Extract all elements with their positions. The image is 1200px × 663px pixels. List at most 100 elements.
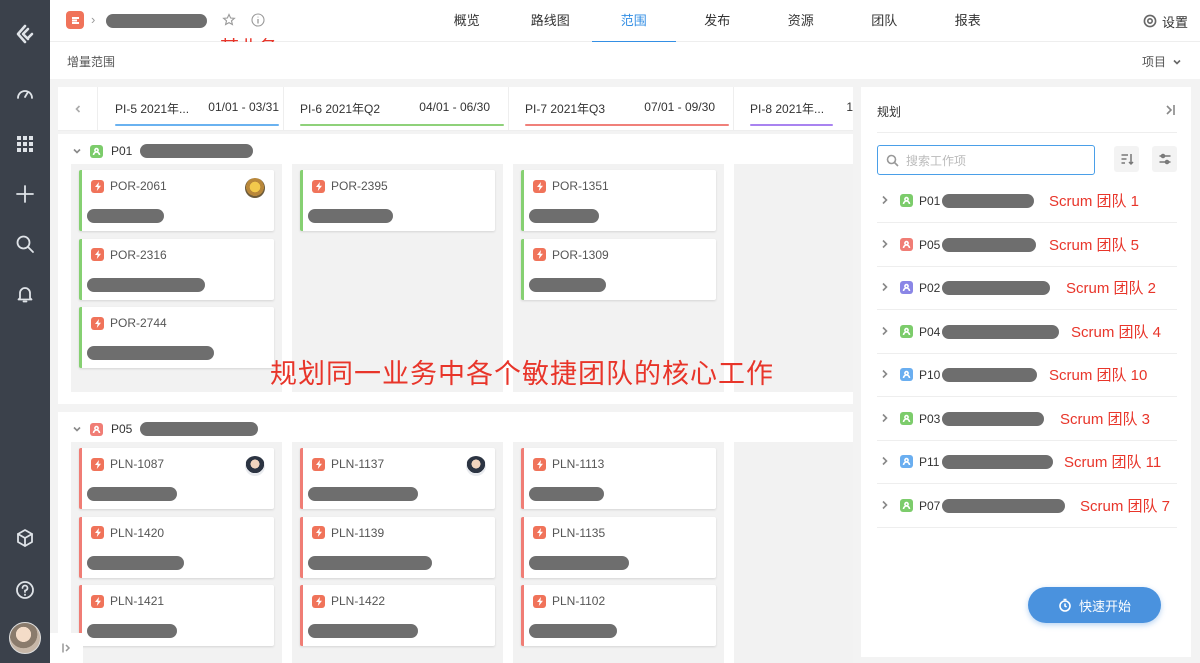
- work-item-card[interactable]: PLN-1421: [79, 585, 274, 646]
- scrum-team-annotation: Scrum 团队 11: [1064, 454, 1162, 471]
- work-item-card[interactable]: PLN-1087: [79, 448, 274, 509]
- pi-column[interactable]: PI-7 2021年Q3 07/01 - 09/30: [509, 87, 734, 130]
- collapse-panel-button[interactable]: [1163, 103, 1177, 117]
- search-input[interactable]: [906, 151, 1086, 170]
- view-selector[interactable]: 项目: [1142, 53, 1182, 70]
- chevron-right-icon: [882, 326, 888, 335]
- work-item-card[interactable]: PLN-1135: [521, 516, 716, 578]
- work-item-card[interactable]: POR-2395: [300, 170, 495, 231]
- panel-title: 规划: [877, 105, 902, 119]
- sort-button[interactable]: [1114, 146, 1139, 172]
- group-header[interactable]: P05: [72, 422, 259, 436]
- tab-reports[interactable]: 报表: [926, 0, 1010, 42]
- tab-roadmap[interactable]: 路线图: [509, 0, 593, 42]
- work-item-id-text: POR-2061: [110, 179, 167, 193]
- tab-team[interactable]: 团队: [843, 0, 927, 42]
- team-list-item[interactable]: P02 Scrum 团队 2: [877, 267, 1177, 310]
- dashboard-icon[interactable]: [0, 74, 50, 114]
- assignee-avatar[interactable]: [466, 456, 486, 476]
- scrum-team-annotation: Scrum 团队 4: [1071, 323, 1162, 341]
- work-item-card[interactable]: PLN-1137: [300, 448, 495, 509]
- add-icon[interactable]: [0, 174, 50, 214]
- notification-bell-icon[interactable]: [0, 274, 50, 314]
- work-item-id: POR-1351: [533, 179, 609, 193]
- team-list-item[interactable]: P07 Scrum 团队 7: [877, 485, 1177, 528]
- search-box: [877, 145, 1095, 175]
- feature-bolt-icon: [312, 594, 325, 608]
- star-icon[interactable]: [222, 13, 236, 27]
- feature-bolt-icon: [312, 526, 325, 539]
- project-name-redacted[interactable]: [106, 14, 207, 28]
- work-item-id: PLN-1139: [312, 526, 384, 540]
- team-icon: [900, 194, 913, 207]
- apps-grid-icon[interactable]: [0, 124, 50, 164]
- work-item-title-redacted: [308, 487, 418, 501]
- work-item-card[interactable]: PLN-1420: [79, 516, 274, 578]
- breadcrumb-chevron-icon: ›: [91, 12, 96, 27]
- info-icon[interactable]: [251, 13, 265, 27]
- team-list-item[interactable]: P04 Scrum 团队 4: [877, 311, 1177, 354]
- tab-release[interactable]: 发布: [676, 0, 760, 42]
- work-item-card[interactable]: POR-2744: [79, 307, 274, 368]
- filter-button[interactable]: [1152, 146, 1177, 172]
- search-icon[interactable]: [0, 224, 50, 264]
- sort-icon: [1121, 154, 1134, 166]
- pi-scope-column: POR-2061 POR-2316 POR-2744: [71, 164, 282, 392]
- work-item-card[interactable]: PLN-1102: [521, 585, 716, 646]
- pi-timeline: PI-5 2021年... 01/01 - 03/31 PI-6 2021年Q2…: [58, 87, 853, 131]
- app-logo-icon[interactable]: [0, 14, 50, 54]
- assignee-avatar[interactable]: [245, 456, 265, 476]
- work-item-card[interactable]: POR-1309: [521, 238, 716, 300]
- chevron-down-icon: [73, 426, 81, 432]
- group-header[interactable]: P01: [72, 144, 254, 158]
- work-item-title-redacted: [87, 555, 184, 570]
- work-item-card[interactable]: PLN-1113: [521, 448, 716, 509]
- planning-panel: 规划 P01 Scrum 团队 1 P05 Scrum 团队 5 P02 Scrum 团队…: [861, 87, 1191, 657]
- work-item-card[interactable]: PLN-1139: [300, 516, 495, 578]
- team-name-redacted: [942, 455, 1053, 469]
- pi-scope-column: PLN-1137 PLN-1139 PLN-1422: [292, 442, 503, 663]
- chevron-right-icon: [882, 500, 888, 509]
- assignee-avatar[interactable]: [245, 178, 265, 198]
- expand-sidebar-button[interactable]: [50, 633, 83, 663]
- settings-button[interactable]: 设置: [1143, 0, 1188, 42]
- pi-column[interactable]: PI-5 2021年... 01/01 - 03/31: [99, 87, 284, 130]
- work-item-id: POR-2061: [91, 179, 167, 193]
- tab-resources[interactable]: 资源: [759, 0, 843, 42]
- team-list-item[interactable]: P05 Scrum 团队 5: [877, 224, 1177, 267]
- settings-label: 设置: [1161, 14, 1188, 30]
- work-item-card[interactable]: POR-1351: [521, 170, 716, 231]
- team-list-item[interactable]: P03 Scrum 团队 3: [877, 398, 1177, 441]
- quick-start-label: 快速开始: [1078, 598, 1131, 614]
- team-icon: [900, 368, 913, 381]
- team-icon: [900, 281, 913, 294]
- user-avatar[interactable]: [9, 622, 41, 654]
- pi-scope-column: PLN-1087 PLN-1420 PLN-1421: [71, 442, 282, 663]
- feature-bolt-icon: [533, 179, 546, 193]
- chevron-down-icon: [73, 148, 81, 154]
- tab-overview[interactable]: 概览: [425, 0, 509, 42]
- pi-column[interactable]: PI-8 2021年... 1: [734, 87, 853, 130]
- help-icon[interactable]: [0, 570, 50, 610]
- center-annotation: 规划同一业务中各个敏捷团队的核心工作: [270, 359, 774, 389]
- team-code: P02: [919, 281, 941, 295]
- work-item-card[interactable]: POR-2316: [79, 238, 274, 300]
- team-list-item[interactable]: P11 Scrum 团队 11: [877, 441, 1177, 484]
- work-item-card[interactable]: POR-2061: [79, 170, 274, 231]
- tab-scope[interactable]: 范围: [592, 0, 676, 43]
- pi-name: PI-5 2021年...: [115, 102, 190, 116]
- team-list-item[interactable]: P01 Scrum 团队 1: [877, 180, 1177, 223]
- work-item-id-text: PLN-1087: [110, 457, 165, 471]
- pi-prev-button[interactable]: [58, 87, 98, 130]
- scrum-team-annotation: Scrum 团队 7: [1080, 497, 1171, 515]
- work-item-id: POR-2395: [312, 179, 388, 193]
- work-item-card[interactable]: PLN-1422: [300, 585, 495, 646]
- team-code: P10: [919, 368, 941, 382]
- quick-start-button[interactable]: 快速开始: [1028, 587, 1161, 623]
- expand-icon: [61, 643, 70, 653]
- product-box-icon[interactable]: [0, 518, 50, 558]
- pi-column[interactable]: PI-6 2021年Q2 04/01 - 06/30: [284, 87, 509, 130]
- team-list-item[interactable]: P10 Scrum 团队 10: [877, 354, 1177, 397]
- feature-bolt-icon: [91, 526, 104, 539]
- work-item-title-redacted: [87, 277, 205, 292]
